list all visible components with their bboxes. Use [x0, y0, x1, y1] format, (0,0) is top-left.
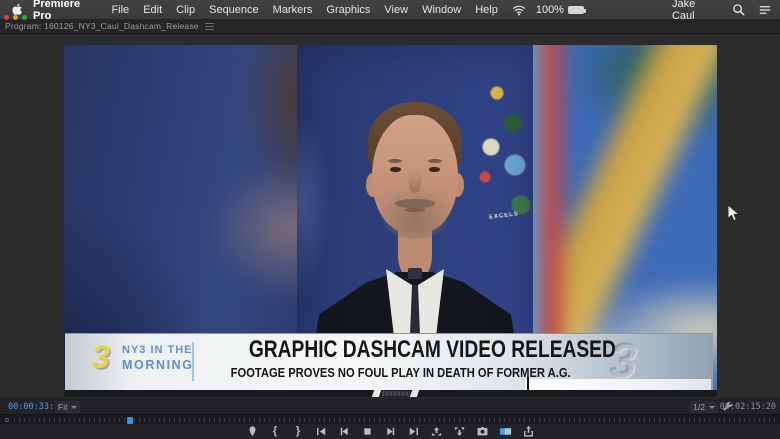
- chevron-down-icon: [71, 406, 77, 409]
- battery-percentage: 100%: [536, 4, 564, 16]
- lift-button[interactable]: [429, 425, 443, 439]
- minimize-window-button[interactable]: [13, 15, 18, 20]
- ticker-bar: [64, 390, 717, 397]
- duration-timecode: 00:02:15:20: [720, 402, 776, 412]
- menu-clip[interactable]: Clip: [176, 4, 195, 16]
- program-panel-tab[interactable]: Program: 160126_NY3_Caul_Dashcam_Release: [5, 21, 199, 31]
- stop-button[interactable]: [360, 425, 374, 439]
- program-monitor-video: EXCELS 3 NY3 IN THE MORN: [64, 45, 717, 397]
- mark-out-button[interactable]: }: [291, 425, 305, 439]
- menu-help[interactable]: Help: [475, 4, 498, 16]
- banner-divider: [192, 342, 194, 381]
- close-window-button[interactable]: [4, 15, 9, 20]
- comparison-view-button[interactable]: [498, 425, 512, 439]
- playback-resolution-dropdown[interactable]: 1/2: [690, 401, 718, 413]
- wifi-icon[interactable]: [512, 3, 526, 17]
- add-marker-button[interactable]: [245, 425, 259, 439]
- go-to-out-button[interactable]: [406, 425, 420, 439]
- menu-sequence[interactable]: Sequence: [209, 4, 259, 16]
- transport-controls: { }: [0, 424, 780, 439]
- menu-bar: Premiere Pro File Edit Clip Sequence Mar…: [0, 0, 780, 19]
- zoom-window-button[interactable]: [22, 15, 27, 20]
- menu-edit[interactable]: Edit: [143, 4, 162, 16]
- step-forward-button[interactable]: [383, 425, 397, 439]
- graphic-text-field[interactable]: [525, 379, 711, 390]
- banner-headline: GRAPHIC DASHCAM VIDEO RELEASED: [249, 336, 616, 364]
- search-icon[interactable]: [732, 3, 746, 17]
- zoom-level-dropdown[interactable]: Fit: [55, 401, 80, 413]
- mark-in-button[interactable]: {: [268, 425, 282, 439]
- chevron-down-icon: [709, 406, 715, 409]
- mouse-cursor: [727, 204, 740, 223]
- text-caret: [527, 377, 529, 391]
- premiere-pro-screen: Premiere Pro File Edit Clip Sequence Mar…: [0, 0, 780, 439]
- banner-subheadline: FOOTAGE PROVES NO FOUL PLAY IN DEATH OF …: [231, 365, 571, 380]
- lower-third-banner: 3 NY3 IN THE MORNING GRAPHIC DASHCAM VID…: [65, 333, 713, 390]
- battery-icon: [568, 6, 584, 14]
- battery-status[interactable]: 100%: [536, 4, 584, 16]
- banner-text: GRAPHIC DASHCAM VIDEO RELEASED FOOTAGE P…: [203, 336, 581, 382]
- menu-view[interactable]: View: [384, 4, 408, 16]
- station-logo: 3: [92, 339, 110, 376]
- step-back-button[interactable]: [337, 425, 351, 439]
- menu-file[interactable]: File: [111, 4, 129, 16]
- menu-window[interactable]: Window: [422, 4, 461, 16]
- menu-markers[interactable]: Markers: [273, 4, 313, 16]
- export-frame-icon[interactable]: [475, 425, 489, 439]
- extract-button[interactable]: [452, 425, 466, 439]
- panel-menu-icon[interactable]: [205, 23, 214, 30]
- program-panel-tab-bar: Program: 160126_NY3_Caul_Dashcam_Release: [0, 19, 780, 34]
- station-name: NY3 IN THE MORNING: [122, 344, 194, 372]
- monitor-status-row: 00:00:33:17 Fit 1/2 00:02:15:20: [0, 398, 780, 414]
- ruler-origin-icon: [5, 418, 9, 422]
- menu-graphics[interactable]: Graphics: [326, 4, 370, 16]
- monitor-time-ruler[interactable]: [0, 414, 780, 424]
- window-controls: [4, 15, 27, 20]
- go-to-in-button[interactable]: [314, 425, 328, 439]
- list-icon[interactable]: [758, 3, 772, 17]
- export-media-button[interactable]: [521, 425, 535, 439]
- playhead-marker[interactable]: [127, 417, 133, 424]
